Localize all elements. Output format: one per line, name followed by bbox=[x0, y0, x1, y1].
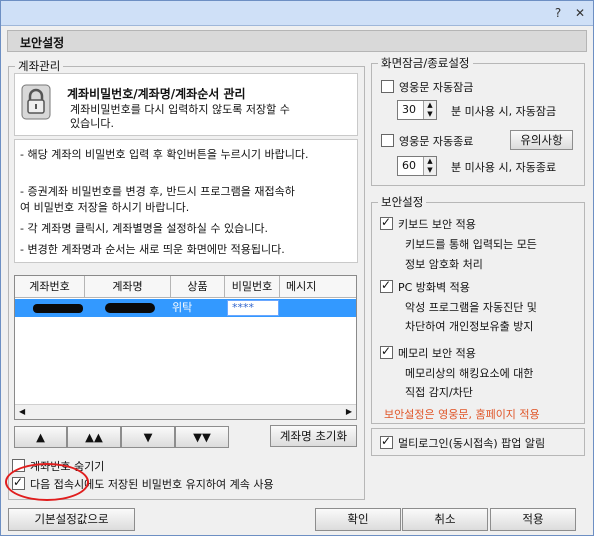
firewall-checkbox[interactable] bbox=[380, 278, 393, 293]
auto-lock-label: 영웅문 자동잠금 bbox=[399, 81, 474, 94]
auto-lock-minutes-stepper[interactable]: 30 ▲ ▼ bbox=[397, 100, 437, 120]
page-title-banner: 보안설정 bbox=[7, 30, 587, 52]
ok-button[interactable]: 확인 bbox=[315, 508, 401, 531]
keyboard-security-desc: 정보 암호화 처리 bbox=[405, 258, 483, 271]
cancel-button[interactable]: 취소 bbox=[402, 508, 488, 531]
product-cell: 위탁 bbox=[172, 301, 193, 314]
apply-button[interactable]: 적용 bbox=[490, 508, 576, 531]
column-header-account-name[interactable]: 계좌명 bbox=[85, 276, 171, 298]
column-header-message[interactable]: 메시지 bbox=[280, 276, 356, 298]
security-footer-note: 보안설정은 영웅문, 홈페이지 적용 bbox=[384, 408, 540, 421]
note-line: - 변경한 계좌명과 순서는 새로 띄운 화면에만 적용됩니다. bbox=[20, 243, 285, 256]
auto-exit-minutes-stepper[interactable]: 60 ▲ ▼ bbox=[397, 156, 437, 176]
auto-lock-suffix: 분 미사용 시, 자동잠금 bbox=[451, 105, 557, 118]
highlight-ellipse bbox=[5, 463, 89, 501]
memory-security-desc: 직접 감지/차단 bbox=[405, 386, 473, 399]
stepper-arrows-icon[interactable]: ▲ ▼ bbox=[423, 157, 436, 175]
account-header-panel: 계좌비밀번호/계좌명/계좌순서 관리 계좌비밀번호를 다시 입력하지 않도록 저… bbox=[14, 73, 358, 136]
security-group-title: 보안설정 bbox=[378, 194, 427, 210]
auto-exit-checkbox[interactable] bbox=[381, 134, 394, 147]
firewall-label: PC 방화벽 적용 bbox=[398, 281, 470, 294]
keyboard-security-desc: 키보드를 통해 입력되는 모든 bbox=[405, 238, 537, 251]
auto-exit-label: 영웅문 자동종료 bbox=[399, 135, 474, 148]
auto-lock-minutes-value: 30 bbox=[402, 103, 416, 116]
scroll-right-icon[interactable]: ▶ bbox=[346, 407, 352, 416]
stepper-arrows-icon[interactable]: ▲ ▼ bbox=[423, 101, 436, 119]
account-group-title: 계좌관리 bbox=[15, 58, 64, 74]
title-bar: ? ✕ bbox=[1, 1, 593, 26]
account-header-desc-2: 있습니다. bbox=[70, 117, 114, 130]
horizontal-scrollbar[interactable]: ◀ ▶ bbox=[15, 404, 356, 419]
move-bottom-button[interactable]: ▼▼ bbox=[175, 426, 229, 448]
account-name-cell[interactable] bbox=[105, 299, 155, 317]
note-line: - 증권계좌 비밀번호를 변경 후, 반드시 프로그램을 재접속하 bbox=[20, 185, 295, 198]
password-input[interactable]: **** bbox=[227, 300, 279, 316]
firewall-desc: 악성 프로그램을 자동진단 및 bbox=[405, 301, 537, 314]
auto-lock-checkbox[interactable] bbox=[381, 80, 394, 93]
help-icon[interactable]: ? bbox=[549, 4, 567, 22]
lock-group-title: 화면잠금/종료설정 bbox=[378, 55, 473, 71]
account-number-cell[interactable] bbox=[33, 299, 83, 317]
column-header-product[interactable]: 상품 bbox=[171, 276, 225, 298]
auto-exit-suffix: 분 미사용 시, 자동종료 bbox=[451, 161, 557, 174]
note-line: 여 비밀번호 저장을 하시기 바랍니다. bbox=[20, 201, 190, 214]
column-header-account-number[interactable]: 계좌번호 bbox=[15, 276, 85, 298]
account-header-title: 계좌비밀번호/계좌명/계좌순서 관리 bbox=[67, 87, 246, 101]
memory-security-checkbox[interactable] bbox=[380, 344, 393, 359]
note-line: - 해당 계좌의 비밀번호 입력 후 확인버튼을 누르시기 바랍니다. bbox=[20, 148, 309, 161]
keyboard-security-checkbox[interactable] bbox=[380, 215, 393, 230]
note-line: - 각 계좌명 클릭시, 계좌별명을 설정하실 수 있습니다. bbox=[20, 222, 268, 235]
account-table: 계좌번호 계좌명 상품 비밀번호 메시지 위탁 **** ◀ ▶ bbox=[14, 275, 357, 420]
restore-defaults-button[interactable]: 기본설정값으로 bbox=[8, 508, 135, 531]
memory-security-label: 메모리 보안 적용 bbox=[398, 347, 476, 360]
move-top-button[interactable]: ▲▲ bbox=[67, 426, 121, 448]
scroll-left-icon[interactable]: ◀ bbox=[19, 407, 25, 416]
firewall-desc: 차단하여 개인정보유출 방지 bbox=[405, 320, 534, 333]
account-notes-panel: - 해당 계좌의 비밀번호 입력 후 확인버튼을 누르시기 바랍니다. - 증권… bbox=[14, 139, 358, 263]
keyboard-security-label: 키보드 보안 적용 bbox=[398, 218, 476, 231]
table-row[interactable]: 위탁 **** bbox=[15, 299, 356, 317]
notice-button[interactable]: 유의사항 bbox=[510, 130, 573, 150]
multi-login-checkbox[interactable] bbox=[380, 434, 393, 449]
auto-exit-minutes-value: 60 bbox=[402, 159, 416, 172]
close-icon[interactable]: ✕ bbox=[571, 4, 589, 22]
reset-account-name-button[interactable]: 계좌명 초기화 bbox=[270, 425, 357, 447]
multi-login-label: 멀티로그인(동시접속) 팝업 알림 bbox=[398, 437, 546, 450]
column-header-password[interactable]: 비밀번호 bbox=[225, 276, 280, 298]
page-title: 보안설정 bbox=[20, 36, 65, 50]
move-down-button[interactable]: ▼ bbox=[121, 426, 175, 448]
memory-security-desc: 메모리상의 해킹요소에 대한 bbox=[405, 367, 534, 380]
move-up-button[interactable]: ▲ bbox=[14, 426, 67, 448]
lock-icon bbox=[21, 84, 51, 120]
security-settings-window: ? ✕ 보안설정 계좌관리 계좌비밀번호/계좌명/계좌순서 관리 계좌비밀번호를… bbox=[0, 0, 594, 536]
